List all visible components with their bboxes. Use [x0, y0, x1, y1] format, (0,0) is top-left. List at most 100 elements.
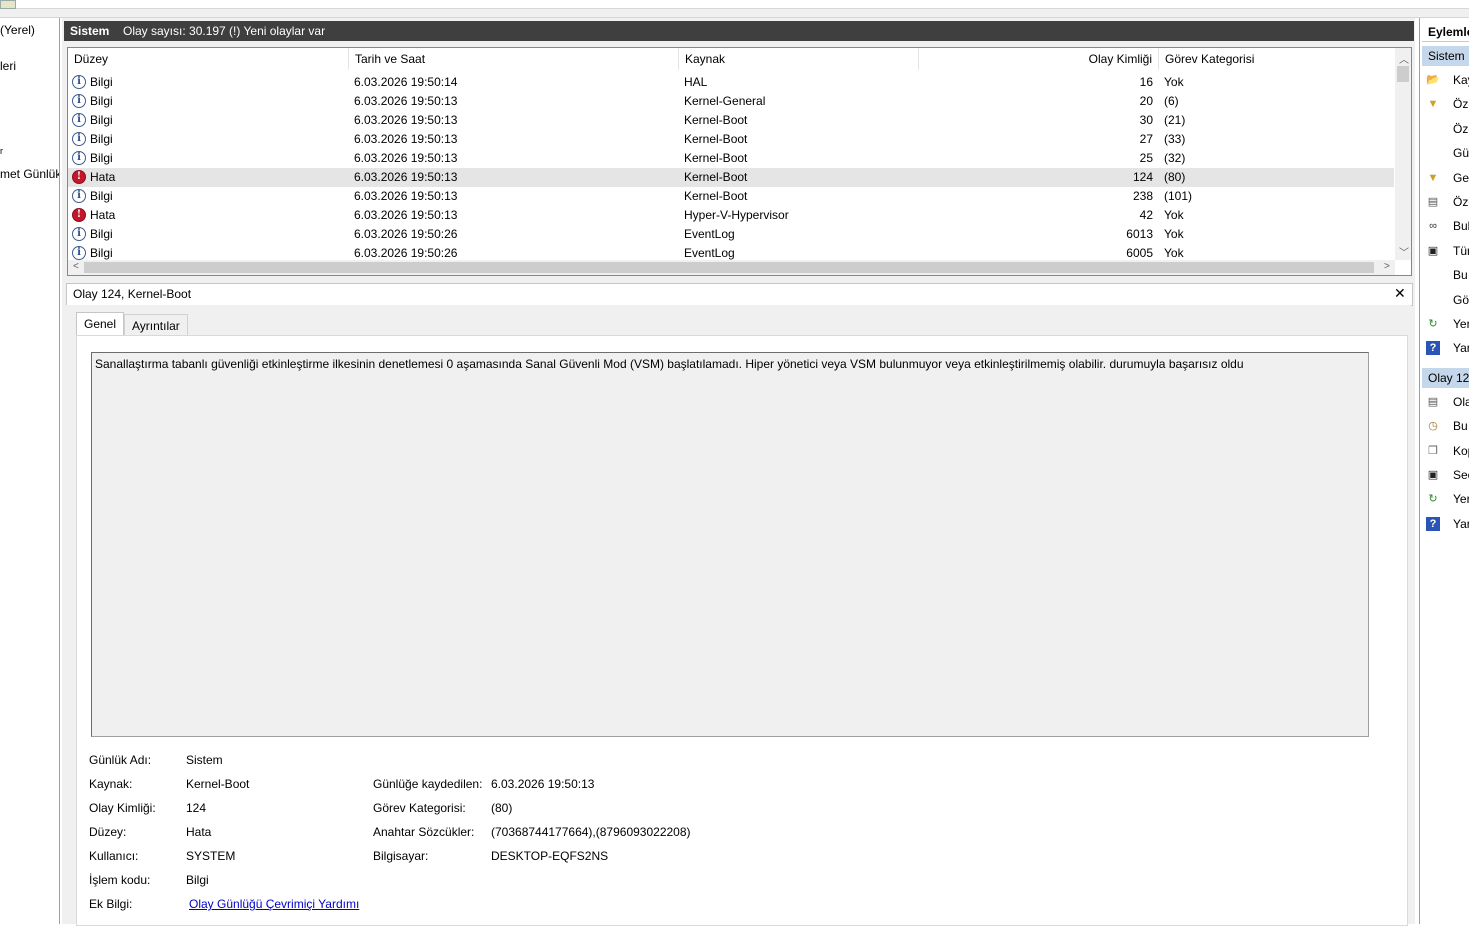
info-icon: i: [72, 151, 86, 165]
field-value[interactable]: Hata: [186, 825, 211, 839]
field-value[interactable]: Kernel-Boot: [186, 777, 249, 791]
action-label: Yer: [1453, 492, 1469, 507]
field-value[interactable]: 124: [186, 801, 206, 815]
refresh-icon: ↻: [1428, 318, 1438, 330]
action-item[interactable]: ∞ Bul: [1424, 215, 1469, 237]
actions-section-event[interactable]: Olay 124: [1422, 368, 1469, 388]
blank-icon: [1426, 122, 1440, 136]
action-label: Bu: [1453, 419, 1468, 434]
cell-source: HAL: [684, 75, 708, 89]
column-header-category[interactable]: Görev Kategorisi: [1159, 48, 1395, 70]
table-row[interactable]: i Bilgi 6.03.2026 19:50:13 Kernel-Boot 27 (33…: [68, 130, 1394, 149]
blank-icon: [1426, 268, 1440, 282]
console-tree[interactable]: (Yerel) leri r met Günlük: [0, 18, 60, 924]
field-label: Anahtar Sözcükler:: [373, 825, 475, 839]
blank-icon: [1426, 293, 1440, 307]
event-description[interactable]: Sanallaştırma tabanlı güvenliği etkinleş…: [91, 352, 1369, 737]
cell-event-id: 16: [1139, 75, 1153, 89]
field-value[interactable]: Sistem: [186, 753, 223, 767]
cell-source: Kernel-Boot: [684, 170, 748, 184]
save-icon: ▣: [1427, 244, 1439, 257]
table-row[interactable]: ! Hata 6.03.2026 19:50:13 Kernel-Boot 124 (80…: [68, 168, 1394, 187]
tab-details[interactable]: Ayrıntılar: [124, 314, 188, 336]
cell-category: Yok: [1164, 75, 1184, 89]
scroll-down-icon[interactable]: ﹀: [1399, 244, 1409, 259]
info-icon: i: [72, 246, 86, 260]
tree-item-logs[interactable]: leri: [0, 59, 16, 73]
scroll-up-icon[interactable]: ︿: [1399, 51, 1409, 66]
actions-section-sistem[interactable]: Sistem: [1422, 46, 1469, 66]
cell-category: Yok: [1164, 208, 1184, 222]
detail-pane: Genel Ayrıntılar Sanallaştırma tabanlı g…: [66, 305, 1411, 926]
action-item[interactable]: Öze: [1424, 118, 1469, 140]
cell-date: 6.03.2026 19:50:13: [354, 151, 458, 165]
action-item[interactable]: 📂 Kay: [1424, 69, 1469, 91]
action-label: Seç: [1453, 467, 1469, 482]
online-help-link[interactable]: Olay Günlüğü Çevrimiçi Yardımı: [189, 897, 359, 911]
cell-level: Bilgi: [90, 151, 113, 165]
cell-level: Bilgi: [90, 94, 113, 108]
field-value[interactable]: 6.03.2026 19:50:13: [491, 777, 594, 791]
cell-category: (6): [1164, 94, 1179, 108]
table-row[interactable]: i Bilgi 6.03.2026 19:50:26 EventLog 6013 Yok: [68, 225, 1394, 244]
action-item[interactable]: Gür: [1424, 142, 1469, 164]
action-item[interactable]: ▼ Öze: [1424, 93, 1469, 115]
cell-date: 6.03.2026 19:50:14: [354, 75, 458, 89]
action-item[interactable]: ↻ Yer: [1424, 488, 1469, 510]
action-item[interactable]: ▼ Geç: [1424, 167, 1469, 189]
info-icon: i: [72, 227, 86, 241]
action-label: Bul: [1453, 219, 1469, 234]
action-item[interactable]: ▣ Tür: [1424, 240, 1469, 262]
tab-general[interactable]: Genel: [76, 312, 125, 336]
action-item[interactable]: ▤ Öze: [1424, 191, 1469, 213]
cell-date: 6.03.2026 19:50:13: [354, 170, 458, 184]
action-item[interactable]: ❐ Kop: [1424, 440, 1469, 462]
action-label: Yer: [1453, 317, 1469, 331]
cell-date: 6.03.2026 19:50:13: [354, 189, 458, 203]
action-item[interactable]: ? Yar: [1424, 337, 1469, 359]
field-value[interactable]: (70368744177664),(8796093022208): [491, 825, 691, 839]
scroll-left-icon[interactable]: <: [73, 261, 79, 272]
column-header-source[interactable]: Kaynak: [679, 48, 919, 70]
cell-level: Bilgi: [90, 132, 113, 146]
action-label: Öze: [1453, 121, 1469, 136]
cell-date: 6.03.2026 19:50:13: [354, 132, 458, 146]
field-value[interactable]: SYSTEM: [186, 849, 235, 863]
table-row[interactable]: i Bilgi 6.03.2026 19:50:13 Kernel-Boot 238 (1…: [68, 187, 1394, 206]
table-row[interactable]: i Bilgi 6.03.2026 19:50:14 HAL 16 Yok: [68, 73, 1394, 92]
action-item[interactable]: ◷ Bu: [1424, 415, 1469, 437]
properties-icon: ▤: [1427, 196, 1439, 208]
horizontal-scroll-thumb[interactable]: [84, 262, 1374, 273]
cell-event-id: 238: [1132, 189, 1153, 203]
action-label: Kay: [1453, 73, 1469, 87]
table-row[interactable]: ! Hata 6.03.2026 19:50:13 Hyper-V-Hyperviso…: [68, 206, 1394, 225]
actions-pane: Eylemle Sistem 📂 Kay ▼ Öze Öze Gür ▼ Geç ▤ Öze ∞ Bu…: [1419, 18, 1469, 924]
tree-item-local[interactable]: (Yerel): [0, 23, 35, 37]
cell-source: Kernel-Boot: [684, 113, 748, 127]
tree-item-fragment[interactable]: r: [0, 146, 3, 156]
action-item[interactable]: Gör: [1424, 289, 1469, 311]
action-item[interactable]: Bu: [1424, 264, 1469, 286]
field-label: Kaynak:: [89, 777, 133, 791]
column-header-date[interactable]: Tarih ve Saat: [349, 48, 679, 70]
action-item[interactable]: ▤ Ola: [1424, 391, 1469, 413]
table-row[interactable]: i Bilgi 6.03.2026 19:50:13 Kernel-Boot 25 (32…: [68, 149, 1394, 168]
field-value[interactable]: (80): [491, 801, 512, 815]
action-item[interactable]: ? Yar: [1424, 513, 1469, 535]
column-header-event-id[interactable]: Olay Kimliği: [919, 48, 1159, 70]
vertical-scroll-thumb[interactable]: [1397, 66, 1409, 82]
field-value[interactable]: DESKTOP-EQFS2NS: [491, 849, 608, 863]
table-row[interactable]: i Bilgi 6.03.2026 19:50:13 Kernel-Boot 30 (21…: [68, 111, 1394, 130]
column-header-level[interactable]: Düzey: [68, 48, 349, 70]
scroll-right-icon[interactable]: >: [1384, 261, 1390, 272]
event-list[interactable]: Düzey Tarih ve Saat Kaynak Olay Kimliği …: [67, 47, 1412, 276]
close-icon[interactable]: ✕: [1394, 285, 1406, 302]
cell-date: 6.03.2026 19:50:26: [354, 227, 458, 241]
field-value[interactable]: Bilgi: [186, 873, 209, 887]
table-row[interactable]: i Bilgi 6.03.2026 19:50:13 Kernel-General 20…: [68, 92, 1394, 111]
tree-item-service-log[interactable]: met Günlük: [0, 167, 59, 181]
action-item[interactable]: ↻ Yer: [1424, 313, 1469, 335]
action-item[interactable]: ▣ Seç: [1424, 464, 1469, 486]
cell-date: 6.03.2026 19:50:13: [354, 113, 458, 127]
cell-event-id: 124: [1132, 170, 1153, 184]
